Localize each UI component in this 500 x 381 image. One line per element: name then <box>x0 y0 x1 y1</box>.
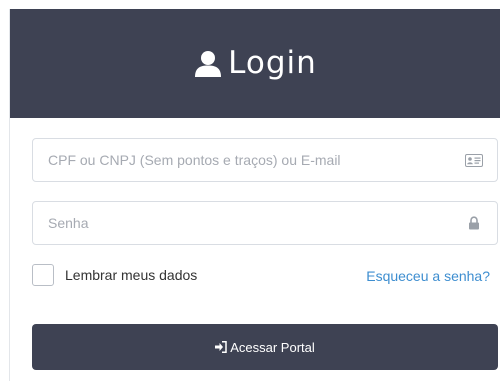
forgot-password-link[interactable]: Esqueceu a senha? <box>366 268 490 284</box>
remember-me[interactable]: Lembrar meus dados <box>32 263 197 287</box>
password-input[interactable] <box>33 202 453 244</box>
remember-checkbox[interactable] <box>32 264 54 286</box>
login-button[interactable]: Acessar Portal <box>32 324 498 370</box>
login-header: Login <box>10 9 500 118</box>
login-title: Login <box>228 45 317 81</box>
sign-in-icon <box>215 341 227 353</box>
lock-icon <box>465 215 483 231</box>
password-field <box>32 201 498 245</box>
username-input[interactable] <box>33 139 453 181</box>
login-panel: Login Lembrar meus dados Esqueceu <box>9 9 500 381</box>
login-button-label: Acessar Portal <box>230 339 315 355</box>
id-card-icon <box>465 152 483 168</box>
user-icon <box>194 50 222 78</box>
username-field <box>32 138 498 182</box>
remember-label: Lembrar meus dados <box>65 267 198 283</box>
